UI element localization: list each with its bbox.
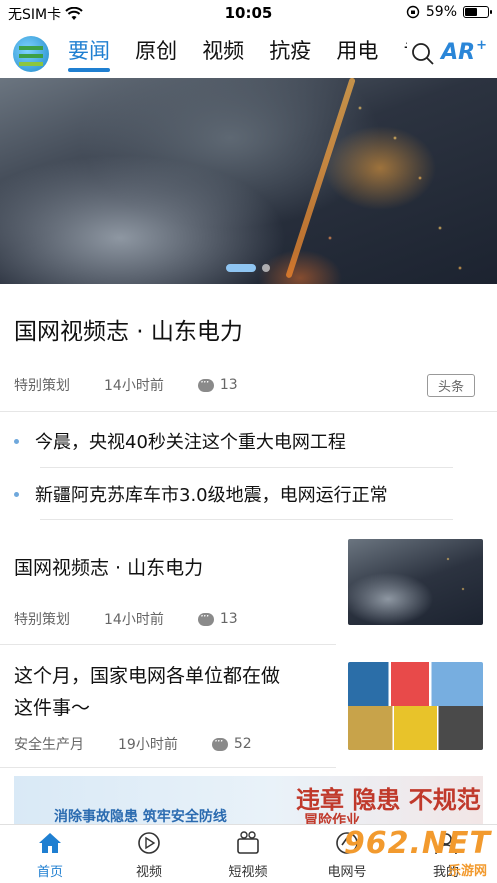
pager-dot [262, 264, 270, 272]
comment-icon [197, 375, 214, 392]
watermark-subtext: 乐游网 [447, 864, 487, 879]
battery-icon [463, 6, 492, 18]
battery-percent: 59% [425, 4, 457, 20]
carousel-pager[interactable] [226, 264, 270, 272]
tab-video[interactable]: 视频 [202, 36, 244, 74]
play-icon [138, 832, 160, 854]
bullet-separator [40, 467, 453, 468]
status-bar: 无SIM卡 10:05 59% [0, 0, 497, 26]
tab-video-bottom[interactable]: 视频 [109, 831, 189, 880]
news-meta: 特别策划 14小时前 13 [14, 609, 272, 629]
news-title[interactable]: 国网视频志 · 山东电力 [14, 552, 203, 584]
headline-tag: 头条 [426, 374, 475, 397]
news-time: 19小时前 [118, 737, 178, 753]
headline-comment-count: 13 [219, 377, 238, 393]
news-title-line: 这件事～ [14, 697, 91, 719]
headline-comments[interactable]: 13 [197, 375, 238, 393]
divider [0, 411, 497, 412]
banner-left-text: 消除事故隐患 筑牢安全防线 [54, 809, 227, 825]
tab-short-video-label: 短视频 [228, 865, 268, 880]
news-comment-count: 52 [233, 736, 252, 752]
bullet-separator [40, 519, 453, 520]
tab-grid-account-label: 电网号 [327, 865, 367, 880]
tab-anti-epidemic[interactable]: 抗疫 [269, 36, 311, 74]
comment-icon [197, 609, 214, 626]
divider [0, 644, 336, 645]
bullet-dot [14, 438, 19, 444]
news-title-line: 这个月，国家电网各单位都在做 [14, 665, 281, 687]
divider [0, 767, 336, 768]
watermark-logo: 962.NET [343, 826, 491, 861]
headline-category: 特别策划 [14, 378, 70, 394]
thumbnail-collage-lower [348, 706, 483, 750]
tab-video-label: 视频 [135, 865, 162, 880]
status-right: 59% [406, 4, 492, 20]
headline-title[interactable]: 国网视频志 · 山东电力 [14, 312, 243, 346]
news-comment-count: 13 [219, 611, 238, 627]
headline-time: 14小时前 [104, 378, 164, 394]
bullet-dot [14, 491, 19, 497]
news-category: 安全生产月 [14, 737, 84, 753]
news-comments[interactable]: 52 [211, 734, 252, 752]
news-category: 特别策划 [14, 612, 70, 628]
orientation-lock-icon [406, 5, 420, 19]
ar-plus: + [476, 38, 487, 53]
news-comments[interactable]: 13 [197, 609, 238, 627]
hero-carousel-image[interactable] [0, 78, 497, 284]
ar-label: AR [441, 40, 476, 65]
tab-electricity[interactable]: 用电 [336, 36, 378, 74]
news-meta: 安全生产月 19小时前 52 [14, 734, 286, 754]
tab-special[interactable]: 专 [403, 36, 407, 74]
ar-button[interactable]: AR+ [441, 38, 487, 65]
tab-short-video[interactable]: 短视频 [208, 831, 288, 880]
promo-banner[interactable]: 消除事故隐患 筑牢安全防线 违章 隐患 不规范 冒险作业 [14, 776, 483, 828]
bullet-news-item[interactable]: 今晨，央视40秒关注这个重大电网工程 [14, 428, 346, 454]
bullet-text: 新疆阿克苏库车市3.0级地震，电网运行正常 [35, 485, 388, 506]
tab-news[interactable]: 要闻 [68, 36, 110, 74]
search-icon[interactable] [411, 42, 435, 66]
bullet-news-item[interactable]: 新疆阿克苏库车市3.0级地震，电网运行正常 [14, 481, 388, 507]
tab-home[interactable]: 首页 [10, 831, 90, 880]
camera-icon [237, 831, 259, 854]
news-time: 14小时前 [104, 612, 164, 628]
tab-home-label: 首页 [36, 865, 63, 880]
top-nav: 要闻 原创 视频 抗疫 用电 专 AR+ [0, 28, 497, 78]
news-title[interactable]: 这个月，国家电网各单位都在做 这件事～ [14, 660, 280, 724]
channel-tabs: 要闻 原创 视频 抗疫 用电 专 [68, 36, 407, 76]
news-thumbnail[interactable] [348, 539, 483, 625]
comment-icon [211, 734, 228, 751]
tab-original[interactable]: 原创 [135, 36, 177, 74]
home-icon [39, 833, 61, 853]
app-logo[interactable] [13, 36, 49, 72]
hero-city-lights [0, 78, 497, 284]
headline-meta: 特别策划 14小时前 13 [14, 375, 272, 395]
news-thumbnail[interactable] [348, 662, 483, 750]
bullet-text: 今晨，央视40秒关注这个重大电网工程 [35, 432, 346, 453]
battery-fill [465, 8, 477, 16]
pager-dot-active [226, 264, 256, 272]
